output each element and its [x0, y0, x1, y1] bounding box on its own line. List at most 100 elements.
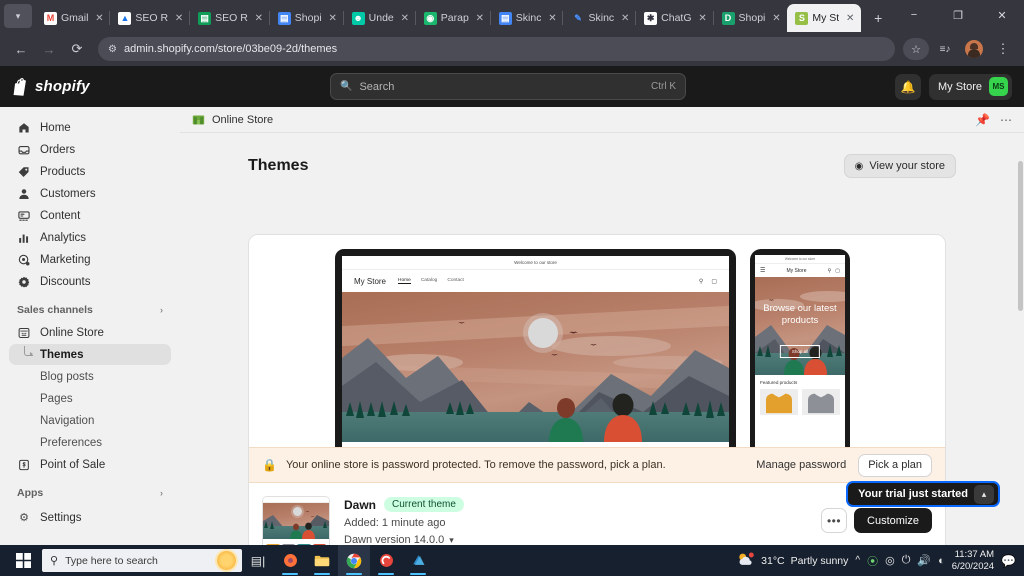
browser-tab[interactable]: ◉ Parap ✕: [414, 4, 491, 32]
close-icon[interactable]: ✕: [473, 11, 487, 25]
browser-tab[interactable]: ▤ Shopi ✕: [268, 4, 344, 32]
reload-icon[interactable]: ⟳: [64, 36, 90, 62]
breadcrumb-bar: Online Store 📌 ⋯: [180, 107, 1024, 133]
show-hidden-icons-icon[interactable]: ^: [855, 555, 860, 566]
file-explorer-icon[interactable]: [306, 545, 338, 576]
webcam-icon[interactable]: ◎: [885, 554, 895, 567]
profile-avatar[interactable]: [961, 36, 987, 62]
sidebar-section-sales-channels[interactable]: Sales channels ›: [9, 300, 171, 320]
close-icon[interactable]: ✕: [696, 11, 710, 25]
chrome-icon[interactable]: [338, 545, 370, 576]
new-tab-button[interactable]: +: [867, 7, 889, 29]
close-icon[interactable]: ✕: [769, 11, 783, 25]
theme-more-actions-button[interactable]: •••: [821, 508, 848, 533]
battery-icon[interactable]: ⏻: [902, 554, 911, 567]
scrollbar-thumb[interactable]: [1018, 161, 1023, 311]
update-icon[interactable]: ⦿: [867, 553, 878, 569]
sidebar-item-point-of-sale[interactable]: Point of Sale: [9, 454, 171, 475]
sidebar-item-navigation[interactable]: Navigation: [9, 410, 171, 431]
chevron-down-icon[interactable]: ▾: [449, 535, 454, 546]
sidebar-item-orders[interactable]: Orders: [9, 139, 171, 160]
taskbar-search-input[interactable]: ⚲ Type here to search: [42, 549, 242, 572]
sidebar-item-blog-posts[interactable]: Blog posts: [9, 366, 171, 387]
manage-password-link[interactable]: Manage password: [756, 459, 846, 471]
sidebar-item-preferences[interactable]: Preferences: [9, 432, 171, 453]
sidebar-item-customers[interactable]: Customers: [9, 183, 171, 204]
back-icon[interactable]: ←: [8, 36, 34, 62]
trial-status-toast[interactable]: Your trial just started ▴: [846, 481, 1000, 507]
browser-tab[interactable]: D Shopi ✕: [712, 4, 788, 32]
browser-tab[interactable]: S My St ✕: [787, 4, 862, 32]
window-close-button[interactable]: ✕: [980, 0, 1024, 30]
close-icon[interactable]: ✕: [545, 11, 559, 25]
sidebar-item-settings[interactable]: ⚙ Settings: [9, 507, 171, 528]
desktop-preview[interactable]: Welcome to our store My Store Home Catal…: [335, 249, 736, 447]
reading-list-icon[interactable]: ≡♪: [932, 36, 958, 62]
view-your-store-label: View your store: [869, 160, 945, 172]
bookmark-star-icon[interactable]: ☆: [903, 38, 929, 60]
forward-icon[interactable]: →: [36, 36, 62, 62]
theme-version-row[interactable]: Dawn version 14.0.0 ▾: [344, 534, 464, 545]
customize-button[interactable]: Customize: [854, 508, 932, 533]
ccleaner-icon[interactable]: [370, 545, 402, 576]
wifi-icon[interactable]: ◐: [938, 555, 945, 567]
close-icon[interactable]: ✕: [172, 11, 186, 25]
site-settings-icon[interactable]: ⚙: [108, 44, 117, 55]
notification-center-icon[interactable]: 💬: [1001, 554, 1016, 568]
weather-widget[interactable]: 31°C Partly sunny: [737, 552, 848, 570]
tab-search-icon[interactable]: ▾: [4, 4, 32, 28]
browser-tab[interactable]: ☻ Unde ✕: [342, 4, 416, 32]
close-icon[interactable]: ✕: [326, 11, 340, 25]
close-icon[interactable]: ✕: [92, 11, 106, 25]
browser-tab[interactable]: M Gmail ✕: [36, 4, 110, 32]
sidebar-item-products[interactable]: Products: [9, 161, 171, 182]
chevron-right-icon[interactable]: ›: [160, 305, 163, 315]
mobile-preview[interactable]: Welcome to our store ☰ My Store ⚲ ▢ Brow…: [750, 249, 850, 447]
window-minimize-button[interactable]: −: [892, 0, 936, 30]
clock[interactable]: 11:37 AM 6/20/2024: [952, 549, 994, 571]
collapse-caret-icon[interactable]: ▴: [974, 484, 994, 504]
view-icon: ◉: [854, 160, 864, 172]
bell-icon[interactable]: 🔔: [894, 73, 921, 100]
search-input[interactable]: 🔍 Search Ctrl K: [330, 73, 686, 100]
password-banner-message: Your online store is password protected.…: [285, 459, 666, 471]
preview-featured-title: Featured products: [760, 380, 798, 385]
windows-start-icon[interactable]: [4, 545, 42, 576]
store-icon[interactable]: [402, 545, 434, 576]
close-icon[interactable]: ✕: [843, 11, 857, 25]
browser-tab[interactable]: ▤ Skinc ✕: [489, 4, 564, 32]
sidebar-item-pages[interactable]: Pages: [9, 388, 171, 409]
sidebar-section-apps[interactable]: Apps ›: [9, 483, 171, 503]
more-horizontal-icon[interactable]: ⋯: [1000, 113, 1012, 127]
window-maximize-button[interactable]: ❐: [936, 0, 980, 30]
store-switcher-button[interactable]: My Store MS: [928, 73, 1012, 100]
pin-icon[interactable]: 📌: [975, 113, 990, 127]
sidebar-item-analytics[interactable]: Analytics: [9, 227, 171, 248]
sidebar-item-discounts[interactable]: Discounts: [9, 271, 171, 292]
view-your-store-button[interactable]: ◉ View your store: [843, 154, 956, 178]
browser-tab[interactable]: ▲ SEO R ✕: [109, 4, 190, 32]
address-bar[interactable]: ⚙ admin.shopify.com/store/03be09-2d/them…: [98, 37, 895, 61]
browser-tab[interactable]: ✱ ChatG ✕: [635, 4, 713, 32]
browser-menu-icon[interactable]: ⋮: [990, 36, 1016, 62]
sidebar-item-themes[interactable]: Themes: [9, 344, 171, 365]
sidebar-item-content[interactable]: Content: [9, 205, 171, 226]
browser-tab[interactable]: ✎ Skinc ✕: [562, 4, 636, 32]
firefox-icon[interactable]: [274, 545, 306, 576]
close-icon[interactable]: ✕: [398, 11, 412, 25]
theme-thumbnail[interactable]: [262, 496, 330, 545]
sidebar-item-home[interactable]: Home: [9, 117, 171, 138]
breadcrumb[interactable]: Online Store: [192, 113, 273, 126]
pick-a-plan-button[interactable]: Pick a plan: [858, 453, 932, 477]
close-icon[interactable]: ✕: [618, 11, 632, 25]
browser-tab[interactable]: ▤ SEO R ✕: [189, 4, 270, 32]
close-icon[interactable]: ✕: [252, 11, 266, 25]
sidebar-item-marketing[interactable]: Marketing: [9, 249, 171, 270]
sidebar-item-online-store[interactable]: Online Store: [9, 322, 171, 343]
preview-mobile-icons: ⚲ ▢: [828, 268, 840, 274]
scrollbar-track[interactable]: [1017, 159, 1024, 545]
chevron-right-icon[interactable]: ›: [160, 488, 163, 498]
volume-icon[interactable]: 🔊: [917, 554, 931, 567]
task-view-icon[interactable]: ▤|: [242, 545, 274, 576]
shopify-logo[interactable]: shopify: [12, 77, 90, 96]
